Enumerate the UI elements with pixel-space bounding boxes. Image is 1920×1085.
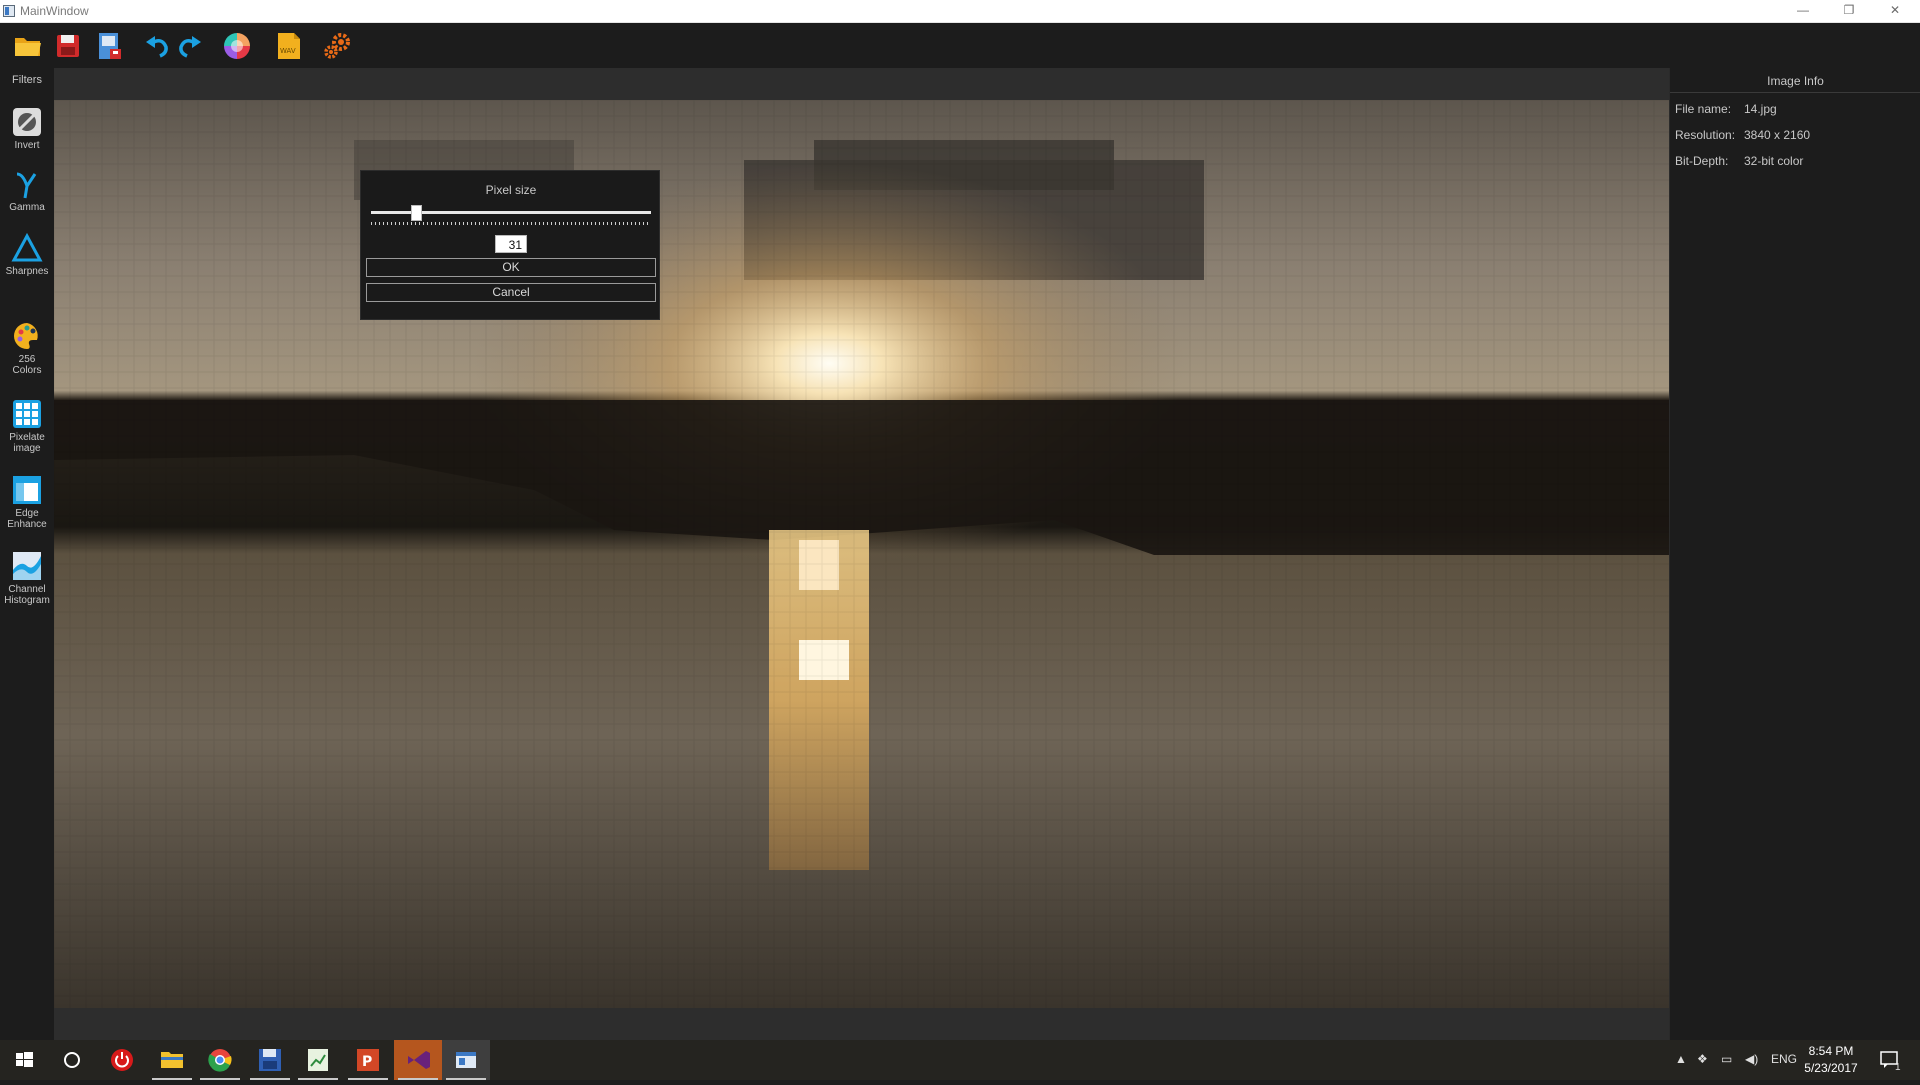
info-key: File name: bbox=[1675, 102, 1732, 116]
filter-channel-histogram[interactable]: Channel Histogram bbox=[0, 528, 54, 606]
filter-256-colors-label: 256 Colors bbox=[12, 354, 42, 376]
chrome-icon[interactable] bbox=[196, 1040, 244, 1080]
image-canvas-area bbox=[54, 68, 1669, 1040]
undo-icon[interactable] bbox=[143, 31, 173, 61]
dialog-title: Pixel size bbox=[485, 183, 537, 197]
invert-icon bbox=[11, 106, 43, 138]
cortana-icon[interactable] bbox=[48, 1040, 96, 1080]
palette-icon bbox=[11, 309, 43, 349]
window-title-bar: MainWindow — ❐ ✕ bbox=[0, 0, 1920, 23]
pixel-size-dialog: Pixel size 31 OK Cancel bbox=[360, 170, 660, 320]
taskbar-clock[interactable]: 8:54 PM 5/23/2017 bbox=[1800, 1043, 1862, 1077]
info-key: Bit-Depth: bbox=[1675, 154, 1729, 168]
open-folder-icon[interactable] bbox=[13, 31, 43, 61]
volume-icon[interactable]: ◀) bbox=[1745, 1052, 1758, 1066]
filters-sidebar: Filters Invert Gamma Sharpnes 256 Colors… bbox=[0, 68, 54, 1040]
filter-invert-label: Invert bbox=[14, 140, 40, 151]
image-info-header: Image Info bbox=[1670, 74, 1920, 93]
info-value: 3840 x 2160 bbox=[1744, 128, 1811, 142]
ok-button[interactable]: OK bbox=[366, 258, 656, 277]
info-value: 14.jpg bbox=[1744, 102, 1777, 116]
filter-256-colors[interactable]: 256 Colors bbox=[0, 298, 54, 376]
power-icon[interactable] bbox=[98, 1040, 146, 1080]
slider-ticks bbox=[371, 222, 651, 225]
info-row-file-name: File name: 14.jpg bbox=[1675, 102, 1777, 116]
main-toolbar: WAV bbox=[0, 23, 1920, 68]
gamma-icon bbox=[11, 168, 43, 200]
filter-gamma-label: Gamma bbox=[9, 202, 45, 213]
info-value: 32-bit color bbox=[1744, 154, 1804, 168]
save-icon[interactable] bbox=[53, 31, 83, 61]
filter-edge-enhance-label: Edge Enhance bbox=[7, 508, 47, 530]
restore-button[interactable]: ❐ bbox=[1826, 0, 1872, 22]
pixelated-sunset-image[interactable] bbox=[54, 100, 1669, 1008]
notification-count: 1 bbox=[1895, 1062, 1901, 1073]
histogram-icon bbox=[11, 539, 43, 580]
app-window-icon bbox=[3, 5, 15, 17]
filter-sharpness[interactable]: Sharpnes bbox=[0, 232, 54, 277]
pixel-size-slider[interactable] bbox=[371, 204, 651, 226]
color-wheel-icon[interactable] bbox=[222, 31, 252, 61]
info-row-resolution: Resolution: 3840 x 2160 bbox=[1675, 128, 1810, 142]
floppy-app-icon[interactable] bbox=[246, 1040, 294, 1080]
slider-thumb[interactable] bbox=[411, 205, 423, 221]
pixel-size-value-input[interactable]: 31 bbox=[495, 235, 527, 253]
settings-gears-icon[interactable] bbox=[322, 31, 352, 61]
sheet-app-icon[interactable] bbox=[294, 1040, 342, 1080]
windows-taskbar: P ▲ ❖ ▭ ◀) ENG 8:54 PM 5/23/2017 1 bbox=[0, 1040, 1920, 1080]
filter-invert[interactable]: Invert bbox=[0, 106, 54, 151]
image-info-panel: Image Info File name: 14.jpg Resolution: 3… bbox=[1669, 68, 1920, 1040]
clock-time: 8:54 PM bbox=[1808, 1044, 1854, 1058]
file-explorer-icon[interactable] bbox=[148, 1040, 196, 1080]
filter-gamma[interactable]: Gamma bbox=[0, 168, 54, 213]
redo-icon[interactable] bbox=[174, 31, 204, 61]
filter-edge-enhance[interactable]: Edge Enhance bbox=[0, 452, 54, 530]
save-as-icon[interactable] bbox=[95, 31, 125, 61]
svg-text:WAV: WAV bbox=[280, 47, 296, 55]
visual-studio-icon[interactable] bbox=[394, 1040, 442, 1080]
network-icon[interactable]: ▭ bbox=[1721, 1052, 1732, 1066]
filters-header: Filters bbox=[12, 74, 42, 86]
close-button[interactable]: ✕ bbox=[1872, 0, 1918, 22]
info-key: Resolution: bbox=[1675, 128, 1736, 142]
minimize-button[interactable]: — bbox=[1780, 0, 1826, 22]
edge-enhance-icon bbox=[11, 463, 43, 504]
powerpoint-icon[interactable]: P bbox=[344, 1040, 392, 1080]
wav-file-icon[interactable]: WAV bbox=[274, 31, 304, 61]
sharpness-triangle-icon bbox=[11, 232, 43, 264]
dropbox-icon[interactable]: ❖ bbox=[1697, 1052, 1708, 1066]
cancel-button[interactable]: Cancel bbox=[366, 283, 656, 302]
filter-pixelate[interactable]: Pixelate image bbox=[0, 376, 54, 454]
filter-sharpness-label: Sharpnes bbox=[5, 266, 49, 277]
pixelate-grid-icon bbox=[11, 387, 43, 428]
language-indicator[interactable]: ENG bbox=[1771, 1052, 1797, 1066]
filter-channel-histogram-label: Channel Histogram bbox=[4, 584, 50, 606]
window-title: MainWindow bbox=[20, 4, 89, 18]
windows-start-icon[interactable] bbox=[0, 1040, 48, 1080]
mainwindow-app-icon[interactable] bbox=[442, 1040, 490, 1080]
info-row-bit-depth: Bit-Depth: 32-bit color bbox=[1675, 154, 1803, 168]
svg-text:P: P bbox=[362, 1054, 372, 1070]
filter-pixelate-label: Pixelate image bbox=[9, 432, 45, 454]
clock-date: 5/23/2017 bbox=[1804, 1061, 1858, 1075]
show-hidden-icons-icon[interactable]: ▲ bbox=[1675, 1052, 1687, 1066]
